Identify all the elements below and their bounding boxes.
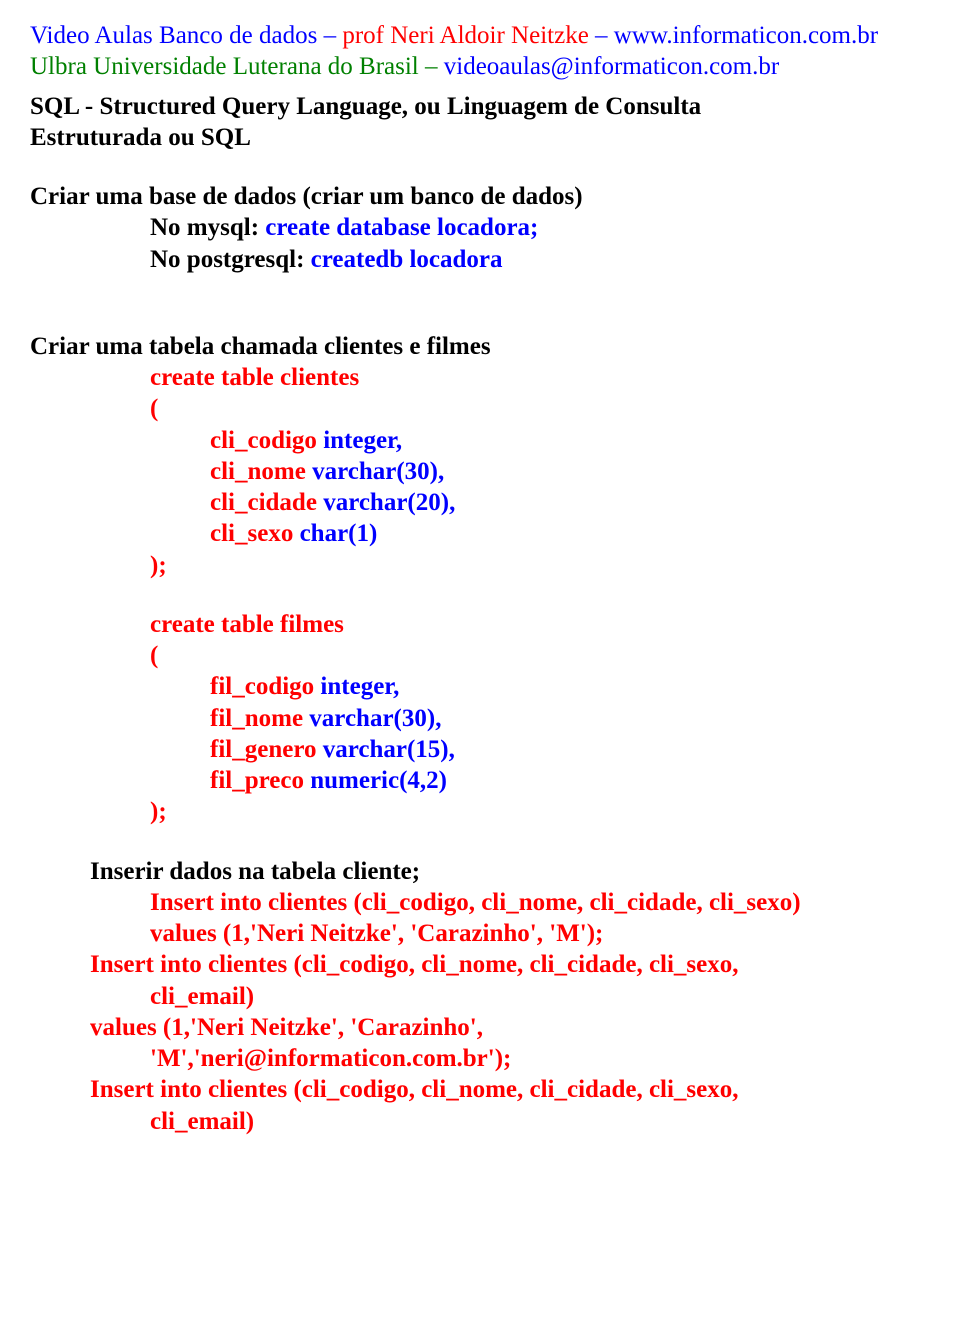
col-name: cli_nome bbox=[210, 458, 306, 485]
insert-2-line2: cli_email) bbox=[30, 981, 930, 1012]
insert-2-line4: 'M','neri@informaticon.com.br'); bbox=[30, 1043, 930, 1074]
create-filmes-l1: create table filmes bbox=[30, 609, 930, 640]
criar-base-mysql: No mysql: create database locadora; bbox=[30, 212, 930, 243]
filmes-col-preco: fil_preco numeric(4,2) bbox=[30, 765, 930, 796]
col-name: fil_genero bbox=[210, 736, 316, 763]
create-clientes-l1: create table clientes bbox=[30, 362, 930, 393]
header-course: Video Aulas Banco de dados – bbox=[30, 22, 342, 49]
insert-2-line1: Insert into clientes (cli_codigo, cli_no… bbox=[30, 949, 930, 980]
insert-3-line1: Insert into clientes (cli_codigo, cli_no… bbox=[30, 1074, 930, 1105]
mysql-label: No mysql: bbox=[150, 214, 265, 241]
insert-3-line2: cli_email) bbox=[30, 1106, 930, 1137]
filmes-col-genero: fil_genero varchar(15), bbox=[30, 734, 930, 765]
clientes-col-nome: cli_nome varchar(30), bbox=[30, 456, 930, 487]
section-criar-base-heading: Criar uma base de dados (criar um banco … bbox=[30, 181, 930, 212]
clientes-col-codigo: cli_codigo integer, bbox=[30, 425, 930, 456]
header-site[interactable]: www.informaticon.com.br bbox=[614, 22, 878, 49]
clientes-col-sexo: cli_sexo char(1) bbox=[30, 518, 930, 549]
create-clientes-paren: ( bbox=[30, 393, 930, 424]
page-title-line2: Estruturada ou SQL bbox=[30, 122, 930, 153]
create-clientes-end: ); bbox=[30, 550, 930, 581]
col-name: cli_codigo bbox=[210, 427, 317, 454]
clientes-col-cidade: cli_cidade varchar(20), bbox=[30, 487, 930, 518]
header-prof: prof Neri Aldoir Neitzke bbox=[342, 22, 588, 49]
header-sep: – bbox=[589, 22, 614, 49]
section-criar-tabela-heading: Criar uma tabela chamada clientes e film… bbox=[30, 331, 930, 362]
filmes-col-nome: fil_nome varchar(30), bbox=[30, 703, 930, 734]
insert-1-line1: Insert into clientes (cli_codigo, cli_no… bbox=[30, 887, 930, 918]
col-type: varchar(30), bbox=[306, 458, 444, 485]
col-name: cli_cidade bbox=[210, 489, 317, 516]
col-type: numeric(4,2) bbox=[304, 767, 447, 794]
header-line-1: Video Aulas Banco de dados – prof Neri A… bbox=[30, 20, 930, 51]
col-type: integer, bbox=[317, 427, 402, 454]
insert-1-line2: values (1,'Neri Neitzke', 'Carazinho', '… bbox=[30, 918, 930, 949]
header-line-2: Ulbra Universidade Luterana do Brasil – … bbox=[30, 51, 930, 82]
insert-2-line3: values (1,'Neri Neitzke', 'Carazinho', bbox=[30, 1012, 930, 1043]
section-inserir-heading: Inserir dados na tabela cliente; bbox=[30, 856, 930, 887]
create-filmes-paren: ( bbox=[30, 640, 930, 671]
pg-label: No postgresql: bbox=[150, 246, 311, 273]
create-filmes-end: ); bbox=[30, 796, 930, 827]
filmes-col-codigo: fil_codigo integer, bbox=[30, 671, 930, 702]
col-name: fil_nome bbox=[210, 705, 303, 732]
pg-cmd: createdb locadora bbox=[311, 246, 503, 273]
col-type: varchar(20), bbox=[317, 489, 455, 516]
criar-base-postgresql: No postgresql: createdb locadora bbox=[30, 244, 930, 275]
header-email[interactable]: videoaulas@informaticon.com.br bbox=[444, 53, 779, 80]
header-university: Ulbra Universidade Luterana do Brasil – bbox=[30, 53, 444, 80]
col-type: char(1) bbox=[293, 520, 377, 547]
col-name: fil_preco bbox=[210, 767, 304, 794]
col-name: cli_sexo bbox=[210, 520, 293, 547]
mysql-cmd: create database locadora; bbox=[265, 214, 538, 241]
col-name: fil_codigo bbox=[210, 673, 314, 700]
col-type: varchar(30), bbox=[303, 705, 441, 732]
page-title-line1: SQL - Structured Query Language, ou Ling… bbox=[30, 91, 930, 122]
col-type: varchar(15), bbox=[316, 736, 454, 763]
col-type: integer, bbox=[314, 673, 399, 700]
